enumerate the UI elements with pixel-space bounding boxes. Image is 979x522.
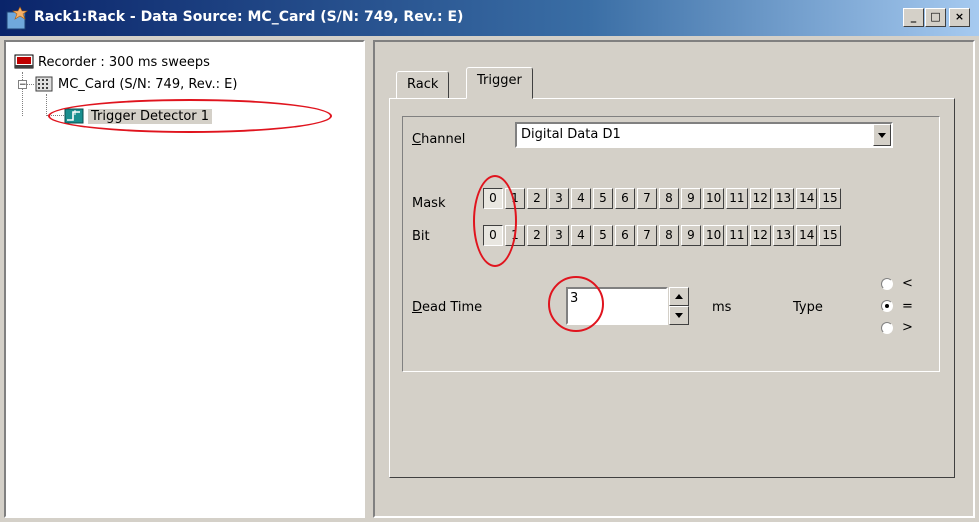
app-window: Rack1:Rack - Data Source: MC_Card (S/N: … — [0, 0, 979, 522]
tree-item-label: Trigger Detector 1 — [88, 108, 213, 124]
pane-splitter[interactable] — [365, 40, 373, 518]
bit-button-12[interactable]: 12 — [749, 225, 771, 246]
type-radio-lt[interactable] — [881, 278, 893, 290]
mask-bit-button-13[interactable]: 13 — [772, 188, 795, 209]
mask-bit-button-7[interactable]: 7 — [637, 188, 657, 209]
bit-button-15[interactable]: 15 — [819, 225, 841, 246]
minimize-button[interactable]: _ — [903, 8, 924, 27]
bit-button-4[interactable]: 4 — [571, 225, 591, 246]
tree-connector — [46, 94, 47, 116]
type-option-lt: < — [902, 276, 913, 291]
card-icon — [35, 76, 53, 92]
bit-button-14[interactable]: 14 — [796, 225, 818, 246]
type-option-eq: = — [902, 299, 913, 314]
dead-time-label-text: ead Time — [422, 300, 483, 315]
close-button[interactable]: × — [949, 8, 970, 27]
mask-bit-button-14[interactable]: 14 — [796, 188, 818, 209]
tree-item-label: MC_Card (S/N: 749, Rev.: E) — [58, 76, 238, 92]
channel-select[interactable]: Digital Data D1 — [515, 122, 893, 148]
arrow-down-icon — [675, 313, 683, 318]
bit-button-9[interactable]: 9 — [681, 225, 701, 246]
recorder-icon — [14, 54, 34, 69]
collapse-toggle[interactable]: − — [18, 80, 27, 90]
bit-button-3[interactable]: 3 — [549, 225, 569, 246]
tree-item-trigger-detector[interactable]: Trigger Detector 1 — [64, 106, 213, 126]
type-option-gt: > — [902, 320, 913, 335]
mask-bit-button-5[interactable]: 5 — [593, 188, 613, 209]
mask-bit-button-11[interactable]: 11 — [726, 188, 748, 209]
mask-bit-button-15[interactable]: 15 — [819, 188, 841, 209]
mask-bit-button-4[interactable]: 4 — [571, 188, 591, 209]
arrow-up-icon — [675, 294, 683, 299]
channel-select-value: Digital Data D1 — [521, 127, 621, 142]
mask-bit-button-8[interactable]: 8 — [659, 188, 679, 209]
mask-bit-button-6[interactable]: 6 — [615, 188, 635, 209]
type-label: Type — [793, 300, 823, 315]
bit-button-5[interactable]: 5 — [593, 225, 613, 246]
bit-button-2[interactable]: 2 — [527, 225, 547, 246]
maximize-button[interactable]: □ — [925, 8, 946, 27]
bit-button-10[interactable]: 10 — [703, 225, 725, 246]
mask-bit-button-0[interactable]: 0 — [483, 188, 503, 209]
dead-time-unit: ms — [712, 300, 732, 315]
mask-bit-button-2[interactable]: 2 — [527, 188, 547, 209]
app-icon — [6, 6, 28, 30]
bit-button-13[interactable]: 13 — [772, 225, 795, 246]
type-radio-eq[interactable] — [881, 300, 893, 312]
bit-button-7[interactable]: 7 — [637, 225, 657, 246]
dead-time-value: 3 — [570, 291, 579, 306]
mask-bit-button-10[interactable]: 10 — [703, 188, 725, 209]
chevron-down-icon[interactable] — [873, 124, 891, 146]
mask-bit-button-9[interactable]: 9 — [681, 188, 701, 209]
dead-time-label: Dead Time — [412, 300, 483, 315]
mask-bit-button-1[interactable]: 1 — [505, 188, 525, 209]
bit-button-0[interactable]: 0 — [483, 225, 503, 246]
tab-trigger[interactable]: Trigger — [466, 67, 533, 99]
trigger-detector-icon — [64, 108, 84, 124]
bit-row: 0 1 2 3 4 5 6 7 8 9 10 11 12 13 14 15 — [483, 225, 843, 246]
bit-button-1[interactable]: 1 — [505, 225, 525, 246]
bit-button-11[interactable]: 11 — [726, 225, 748, 246]
type-radio-gt[interactable] — [881, 322, 893, 334]
mask-bit-button-3[interactable]: 3 — [549, 188, 569, 209]
tree-item-mc-card[interactable]: MC_Card (S/N: 749, Rev.: E) — [34, 74, 237, 94]
dead-time-spinner[interactable] — [669, 287, 689, 325]
tree-view[interactable]: − Recorder : 300 ms sweeps MC_Card (S/N:… — [4, 40, 365, 518]
bit-button-8[interactable]: 8 — [659, 225, 679, 246]
channel-label-text: hannel — [421, 132, 466, 147]
bit-button-6[interactable]: 6 — [615, 225, 635, 246]
tree-connector — [46, 115, 64, 116]
spin-up-button[interactable] — [669, 287, 689, 306]
tab-rack[interactable]: Rack — [396, 71, 450, 99]
window-title: Rack1:Rack - Data Source: MC_Card (S/N: … — [34, 9, 464, 25]
spin-down-button[interactable] — [669, 306, 689, 325]
tree-item-recorder[interactable]: Recorder : 300 ms sweeps — [14, 52, 210, 72]
mask-bit-row: 0 1 2 3 4 5 6 7 8 9 10 11 12 13 14 15 — [483, 188, 843, 209]
dead-time-input[interactable]: 3 — [566, 287, 668, 325]
mask-label: Mask — [412, 196, 446, 211]
mask-bit-button-12[interactable]: 12 — [749, 188, 771, 209]
channel-label: Channel — [412, 132, 466, 147]
tree-connector — [22, 72, 23, 116]
bit-label: Bit — [412, 229, 430, 244]
title-bar[interactable]: Rack1:Rack - Data Source: MC_Card (S/N: … — [0, 0, 979, 36]
tree-item-label: Recorder : 300 ms sweeps — [38, 54, 210, 70]
